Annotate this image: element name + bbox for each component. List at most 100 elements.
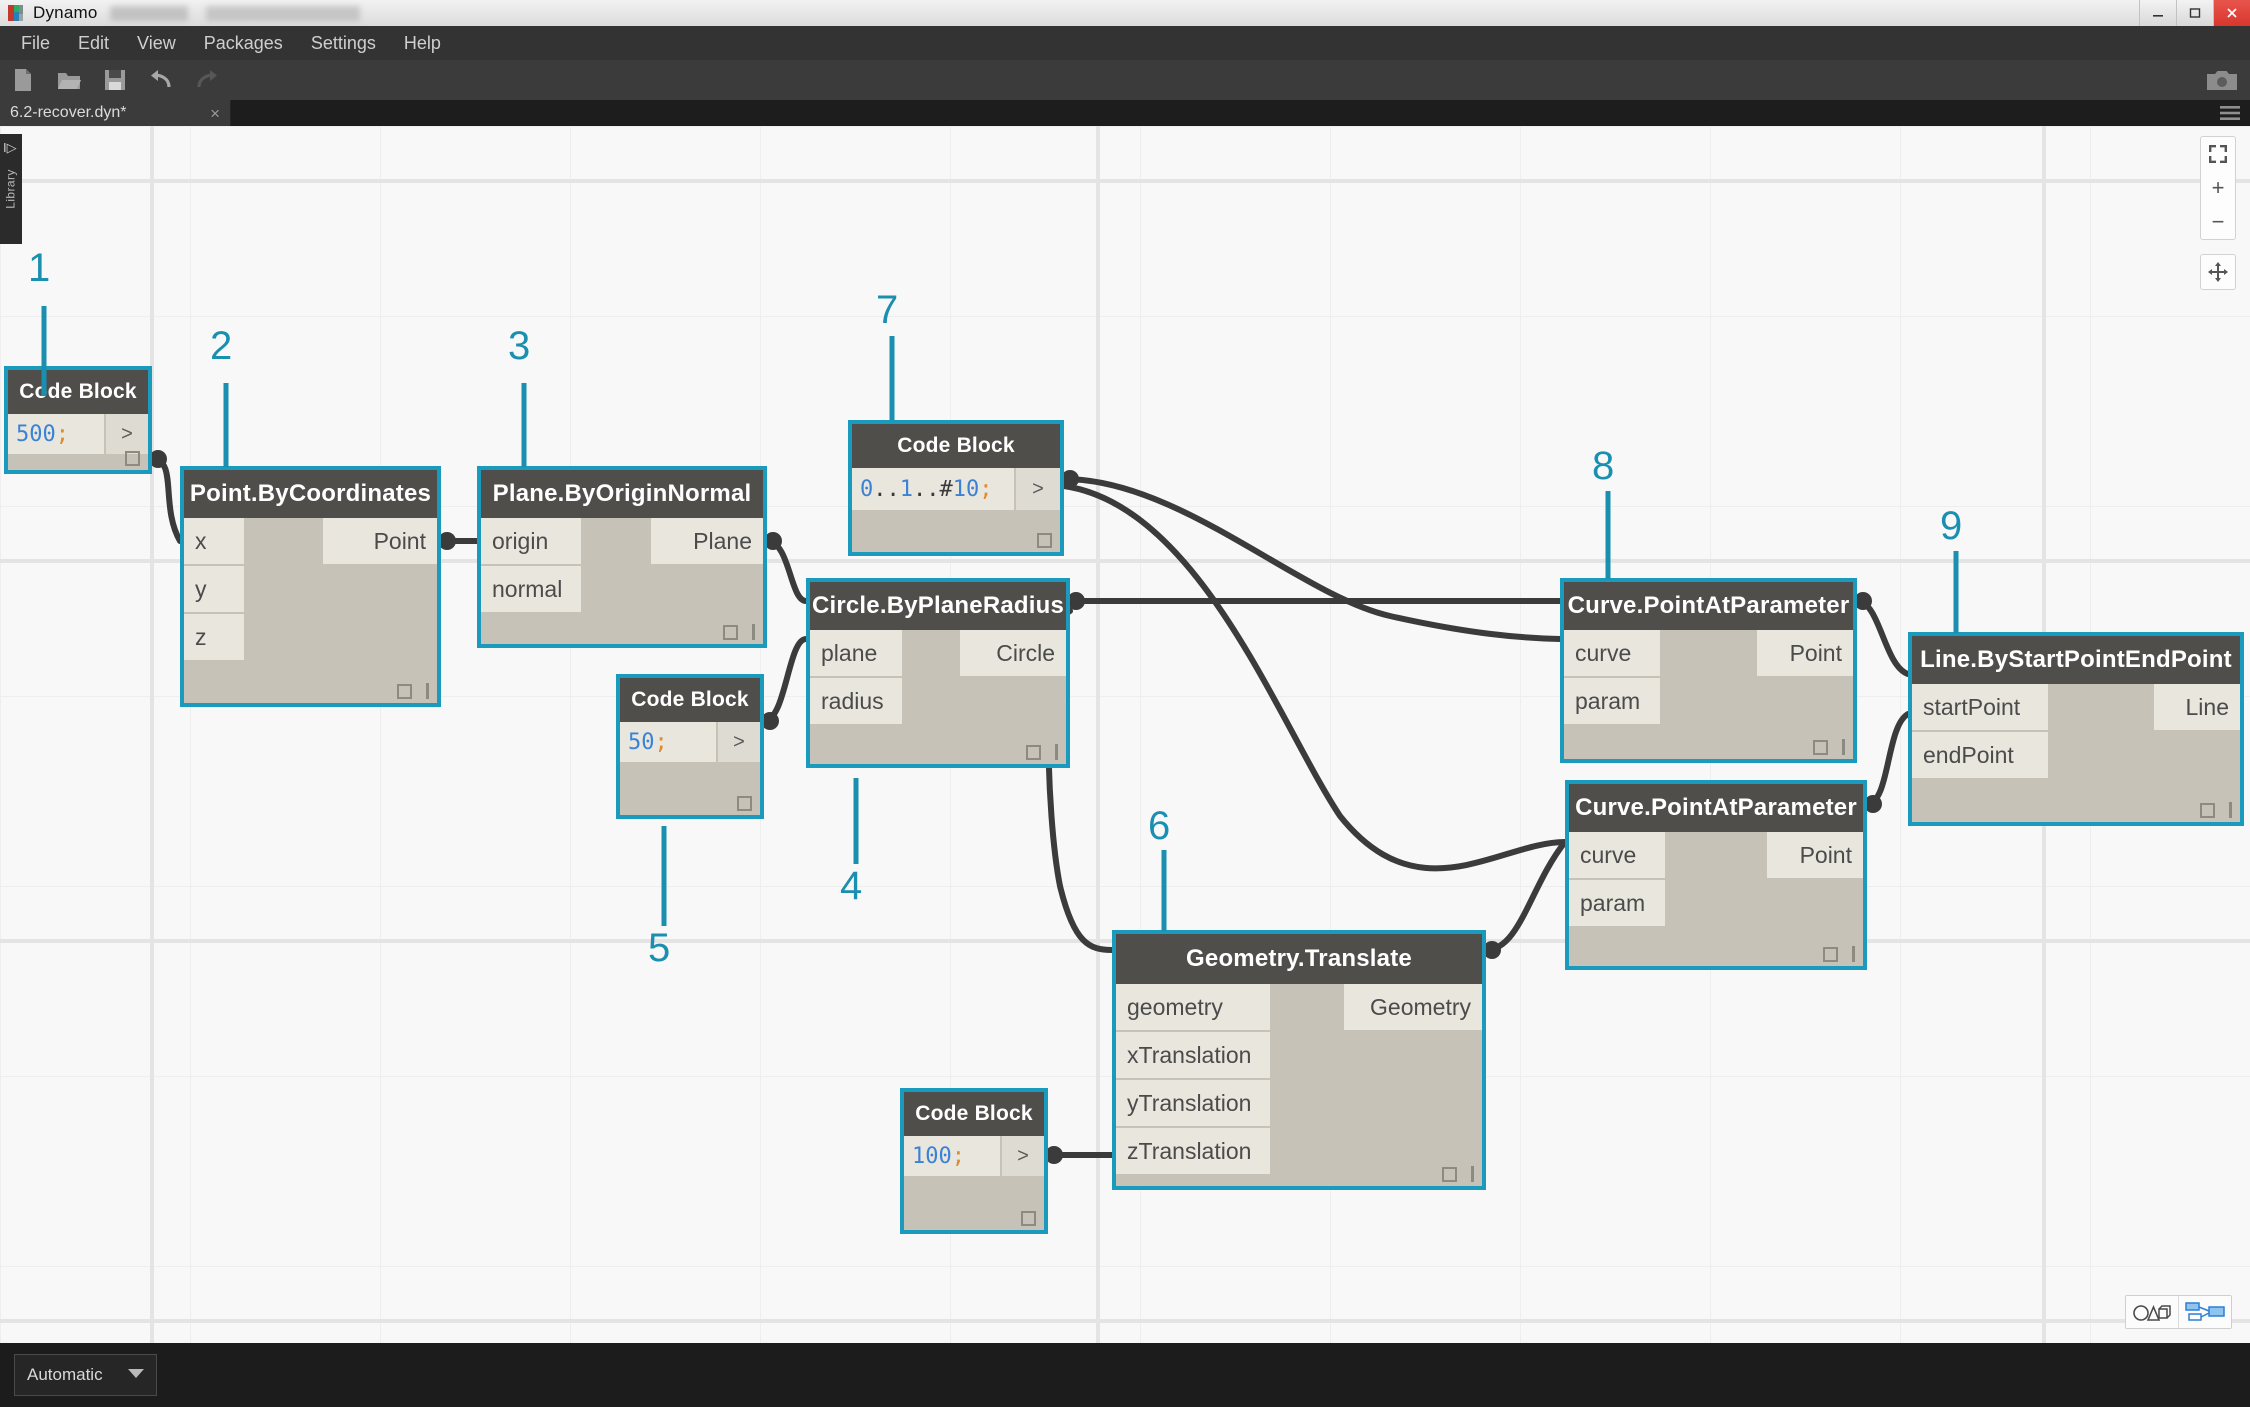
save-icon[interactable] [92,60,138,100]
new-file-icon[interactable] [0,60,46,100]
graph-canvas[interactable]: 1 2 3 4 5 6 7 8 9 Code Block 500; > Poin… [0,126,2250,1343]
output-port-plane[interactable]: Plane [651,518,763,566]
input-port-normal[interactable]: normal [481,566,581,614]
output-port-point[interactable]: Point [1767,832,1863,880]
node-geometry-translate[interactable]: Geometry.Translate geometry xTranslation… [1112,930,1486,1190]
input-port-ztranslation[interactable]: zTranslation [1116,1128,1270,1176]
input-port-ytranslation[interactable]: yTranslation [1116,1080,1270,1128]
input-port-plane[interactable]: plane [810,630,902,678]
node-circle-byplaneradius[interactable]: Circle.ByPlaneRadius plane radius Circle [806,578,1070,768]
code-output-port[interactable]: > [1000,1136,1044,1176]
input-port-endpoint[interactable]: endPoint [1912,732,2048,780]
freeze-checkbox-icon[interactable] [737,796,752,811]
node-curve-pointatparameter-2[interactable]: Curve.PointAtParameter curve param Point [1565,780,1867,970]
node-codeblock-range[interactable]: Code Block 0..1..#10; > [848,420,1064,556]
input-port-x[interactable]: x [184,518,244,566]
input-port-param[interactable]: param [1569,880,1665,928]
input-port-curve[interactable]: curve [1564,630,1660,678]
input-port-startpoint[interactable]: startPoint [1912,684,2048,732]
hamburger-menu-icon[interactable] [2210,100,2250,126]
lacing-icon[interactable] [1842,739,1845,755]
code-output-port[interactable]: > [104,414,148,454]
input-port-xtranslation[interactable]: xTranslation [1116,1032,1270,1080]
run-mode-select[interactable]: Automatic [14,1354,157,1396]
menu-item-view[interactable]: View [123,26,190,60]
code-editor-field[interactable]: 0..1..#10; [852,468,1014,510]
library-expand-icon[interactable]: I▷ [3,140,17,156]
freeze-checkbox-icon[interactable] [1037,533,1052,548]
lacing-icon[interactable] [1852,946,1855,962]
freeze-checkbox-icon[interactable] [125,451,140,466]
lacing-icon[interactable] [752,624,755,640]
node-plane-byoriginnormal[interactable]: Plane.ByOriginNormal origin normal Plane [477,466,767,648]
node-line-bystartpointendpoint[interactable]: Line.ByStartPointEndPoint startPoint end… [1908,632,2244,826]
freeze-checkbox-icon[interactable] [1823,947,1838,962]
maximize-button[interactable] [2176,0,2213,26]
redo-icon[interactable] [184,60,230,100]
input-port-param[interactable]: param [1564,678,1660,726]
freeze-checkbox-icon[interactable] [1026,745,1041,760]
node-codeblock-100[interactable]: Code Block 100; > [900,1088,1048,1234]
input-port-z[interactable]: z [184,614,244,662]
callout-number: 6 [1148,806,1170,846]
code-editor-field[interactable]: 100; [904,1136,1000,1176]
node-footer [1037,533,1052,548]
menu-item-settings[interactable]: Settings [297,26,390,60]
library-label: Library [4,169,18,208]
graph-view-toggle-icon[interactable] [2178,1296,2231,1328]
node-title: Code Block [620,678,760,722]
open-folder-icon[interactable] [46,60,92,100]
lacing-icon[interactable] [426,683,429,699]
zoom-in-button[interactable]: + [2201,171,2235,205]
close-button[interactable] [2213,0,2250,26]
freeze-checkbox-icon[interactable] [2200,803,2215,818]
node-point-bycoordinates[interactable]: Point.ByCoordinates x y z Point [180,466,441,707]
node-codeblock-50[interactable]: Code Block 50; > [616,674,764,819]
freeze-checkbox-icon[interactable] [723,625,738,640]
input-port-origin[interactable]: origin [481,518,581,566]
freeze-checkbox-icon[interactable] [1813,740,1828,755]
lacing-icon[interactable] [1471,1166,1474,1182]
output-port-circle[interactable]: Circle [960,630,1066,678]
freeze-checkbox-icon[interactable] [1021,1211,1036,1226]
tab-label: 6.2-recover.dyn* [10,104,127,122]
pan-tool-icon[interactable] [2200,254,2236,290]
lacing-icon[interactable] [1055,744,1058,760]
output-port-point[interactable]: Point [323,518,437,566]
input-ports: startPoint endPoint [1912,684,2048,780]
menu-item-file[interactable]: File [7,26,64,60]
input-port-radius[interactable]: radius [810,678,902,726]
node-curve-pointatparameter-1[interactable]: Curve.PointAtParameter curve param Point [1560,578,1857,763]
camera-icon[interactable] [2194,60,2250,100]
node-codeblock-500[interactable]: Code Block 500; > [4,366,152,474]
menu-item-packages[interactable]: Packages [190,26,297,60]
minimize-button[interactable] [2139,0,2176,26]
view-toggle-group [2125,1295,2232,1329]
input-port-curve[interactable]: curve [1569,832,1665,880]
output-port-line[interactable]: Line [2154,684,2240,732]
node-footer [1442,1166,1474,1182]
freeze-checkbox-icon[interactable] [397,684,412,699]
node-title: Circle.ByPlaneRadius [810,582,1066,630]
code-output-port[interactable]: > [1014,468,1060,510]
undo-icon[interactable] [138,60,184,100]
menu-item-help[interactable]: Help [390,26,455,60]
tab-close-icon[interactable]: × [192,105,220,122]
input-port-y[interactable]: y [184,566,244,614]
input-port-geometry[interactable]: geometry [1116,984,1270,1032]
lacing-icon[interactable] [2229,802,2232,818]
menu-item-edit[interactable]: Edit [64,26,123,60]
code-output-port[interactable]: > [716,722,760,762]
callout-3: 3 [508,326,530,366]
zoom-out-button[interactable]: − [2201,205,2235,239]
freeze-checkbox-icon[interactable] [1442,1167,1457,1182]
output-ports: Point [323,518,437,566]
geometry-preview-toggle-icon[interactable] [2126,1296,2178,1328]
zoom-to-fit-icon[interactable] [2201,137,2235,171]
output-ports: Point [1757,630,1853,678]
output-port-geometry[interactable]: Geometry [1344,984,1482,1032]
output-port-point[interactable]: Point [1757,630,1853,678]
code-editor-field[interactable]: 500; [8,414,104,454]
tab-workspace[interactable]: 6.2-recover.dyn* × [0,100,231,126]
code-editor-field[interactable]: 50; [620,722,716,762]
